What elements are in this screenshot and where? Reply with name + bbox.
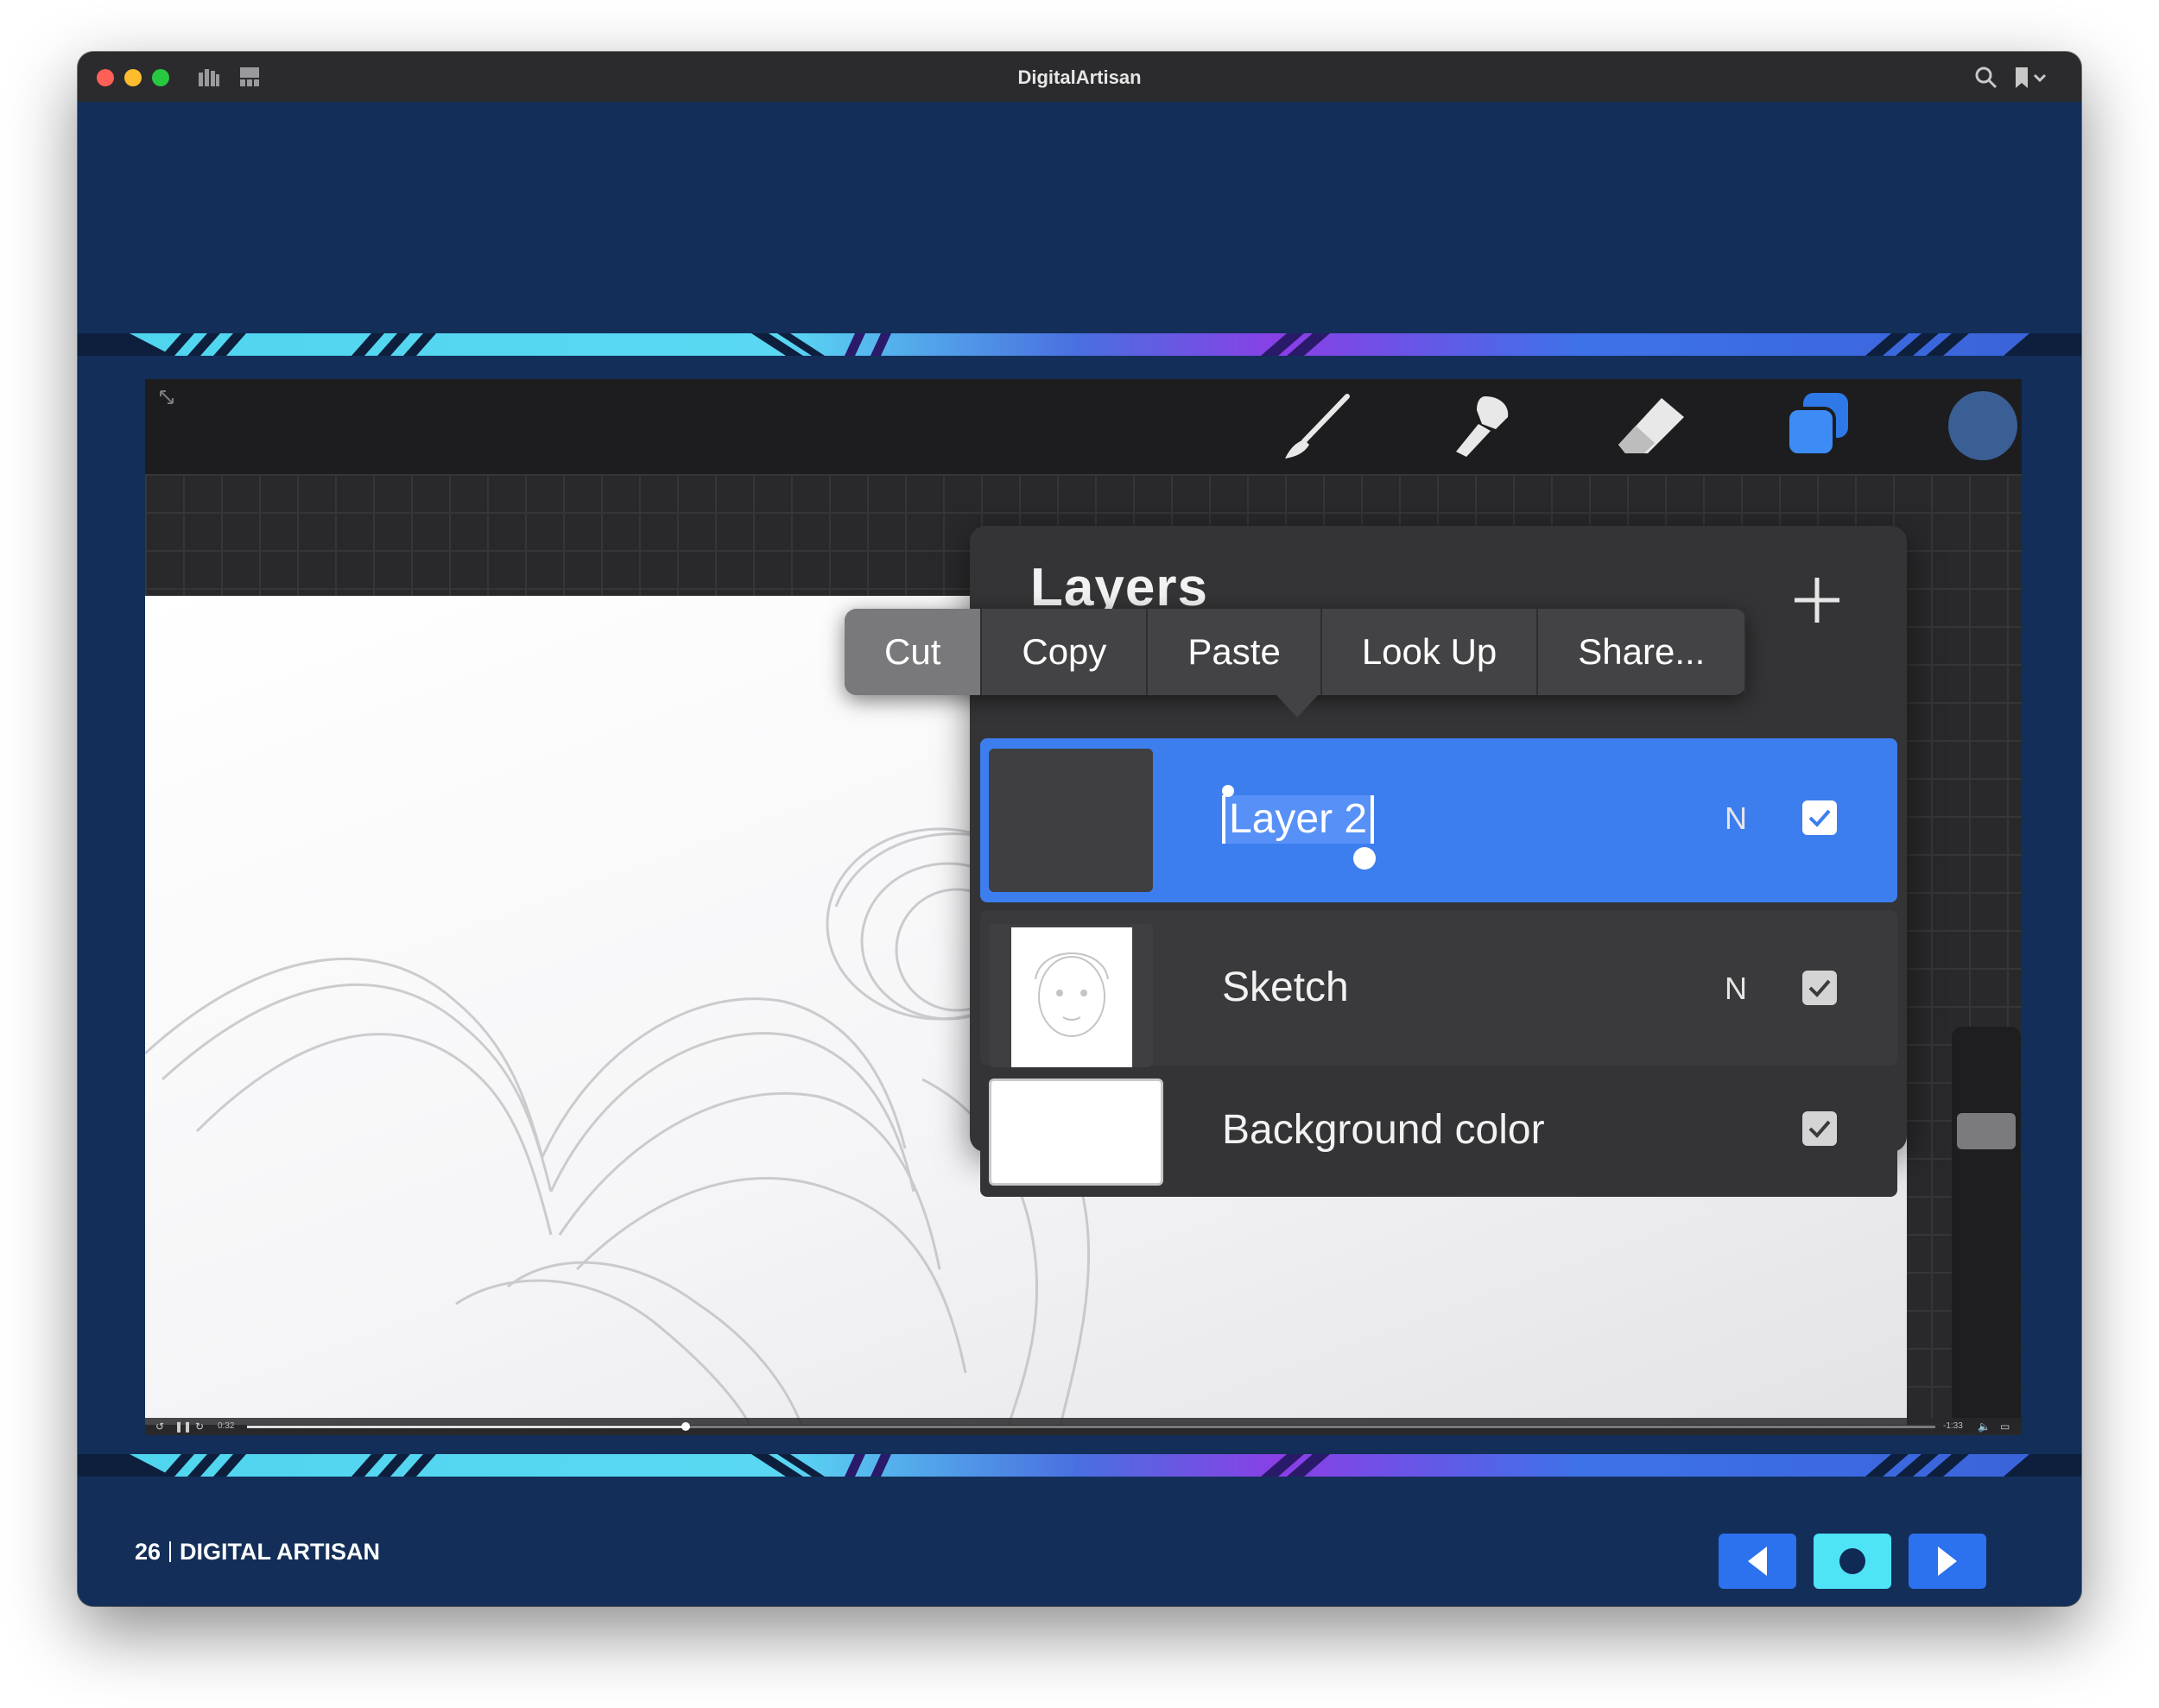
footer-divider xyxy=(169,1541,172,1562)
eraser-icon[interactable] xyxy=(1613,391,1691,462)
app-window: DigitalArtisan Layers Layer 2 N Sketch N… xyxy=(78,52,2081,1606)
selection-handle-end[interactable] xyxy=(1353,847,1376,870)
decorative-stripe-bottom xyxy=(78,1454,2081,1477)
progress-knob[interactable] xyxy=(681,1422,691,1431)
app-toolbar xyxy=(145,379,2022,474)
expand-icon[interactable] xyxy=(157,388,176,407)
progress-track[interactable] xyxy=(247,1422,1935,1431)
next-page-button[interactable] xyxy=(1909,1534,1986,1589)
video-player[interactable]: Layers Layer 2 N Sketch N Background col… xyxy=(145,379,2022,1435)
volume-icon[interactable]: 🔈 xyxy=(1978,1420,1991,1433)
copy-menu-item[interactable]: Copy xyxy=(982,609,1149,695)
color-swatch[interactable] xyxy=(1948,391,2017,460)
elapsed-time: 0:32 xyxy=(218,1421,235,1431)
checkmark-icon xyxy=(1808,979,1831,997)
home-button[interactable] xyxy=(1814,1534,1891,1589)
add-layer-icon[interactable] xyxy=(1791,574,1843,626)
rewind-icon[interactable]: ↺ xyxy=(155,1420,164,1433)
sketch-thumbnail-face xyxy=(1035,952,1109,1037)
publication-name: DIGITAL ARTISAN xyxy=(180,1539,381,1565)
layer-visibility-checkbox[interactable] xyxy=(1802,971,1837,1005)
paste-menu-item[interactable]: Paste xyxy=(1148,609,1322,695)
background-color-thumbnail[interactable] xyxy=(989,1079,1163,1186)
layers-icon[interactable] xyxy=(1782,388,1853,462)
share-menu-item[interactable]: Share... xyxy=(1538,609,1747,695)
look-up-menu-item[interactable]: Look Up xyxy=(1322,609,1539,695)
blend-mode-button[interactable]: N xyxy=(1725,971,1747,1007)
edit-context-menu: Cut Copy Paste Look Up Share... xyxy=(845,609,1747,718)
search-icon[interactable] xyxy=(1974,66,1998,90)
bookmark-icon[interactable] xyxy=(2012,66,2052,90)
forward-icon[interactable]: ↻ xyxy=(195,1420,204,1433)
page-footer: 26 DIGITAL ARTISAN xyxy=(135,1539,380,1566)
smudge-icon[interactable] xyxy=(1447,391,1516,462)
airplay-icon[interactable]: ▭ xyxy=(2000,1420,2010,1433)
previous-page-button[interactable] xyxy=(1719,1534,1796,1589)
layer-row-background-color[interactable]: Background color xyxy=(980,1072,1897,1197)
layers-panel: Layers Layer 2 N Sketch N Background col… xyxy=(845,526,1907,1197)
layer-thumbnail xyxy=(989,749,1153,892)
video-controls: ↺ ❚❚ ↻ 0:32 -1:33 🔈 ▭ xyxy=(145,1418,2022,1435)
page-number: 26 xyxy=(135,1539,161,1565)
layer-thumbnail xyxy=(989,924,1153,1067)
cut-menu-item[interactable]: Cut xyxy=(845,609,983,695)
layer-visibility-checkbox[interactable] xyxy=(1802,800,1837,835)
layer-name: Background color xyxy=(1222,1107,1545,1153)
slider-knob[interactable] xyxy=(1957,1113,2016,1149)
progress-fill xyxy=(247,1426,687,1428)
selection-handle-start[interactable] xyxy=(1222,785,1234,797)
arrow-left-icon xyxy=(1748,1547,1767,1576)
decorative-stripe-top xyxy=(78,333,2081,356)
slide-stage: Layers Layer 2 N Sketch N Background col… xyxy=(78,102,2081,1606)
layer-name: Sketch xyxy=(1222,965,1349,1010)
remaining-time: -1:33 xyxy=(1943,1421,1963,1431)
pause-icon[interactable]: ❚❚ xyxy=(174,1420,192,1433)
arrow-right-icon xyxy=(1938,1547,1957,1576)
title-bar: DigitalArtisan xyxy=(78,52,2081,103)
layer-name-field[interactable]: Layer 2 xyxy=(1222,795,1375,844)
window-title: DigitalArtisan xyxy=(1017,66,1142,88)
brush-icon[interactable] xyxy=(1278,391,1356,462)
circle-icon xyxy=(1839,1548,1865,1574)
context-menu-pointer xyxy=(1276,695,1318,718)
blend-mode-button[interactable]: N xyxy=(1725,800,1747,837)
layer-row-sketch[interactable]: Sketch N xyxy=(980,910,1897,1067)
checkmark-icon xyxy=(1808,809,1831,827)
brush-size-slider[interactable] xyxy=(1952,1027,2021,1433)
layer-row-layer-2[interactable]: Layer 2 N xyxy=(980,738,1897,902)
layer-visibility-checkbox[interactable] xyxy=(1802,1111,1837,1146)
checkmark-icon xyxy=(1808,1120,1831,1138)
